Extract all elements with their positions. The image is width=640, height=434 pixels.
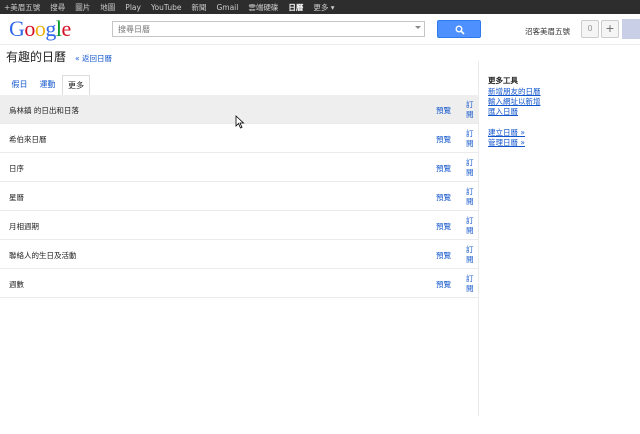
sidebar-heading: 更多工具 [488,76,518,85]
logo-letter: o [34,16,46,41]
top-navigation-bar: +美眉五號 搜尋 圖片 地圖 Play YouTube 新聞 Gmail 雲端硬碟 日曆 更多 ▾ [0,0,640,14]
user-name[interactable]: 沼客美眉五號 [525,26,570,37]
manage-calendars-link[interactable]: 管理日曆 » [488,138,541,148]
top-nav-link[interactable]: 更多 ▾ [313,2,334,13]
search-box[interactable] [112,21,425,37]
calendar-name: 月相週期 [9,222,39,231]
calendar-name: 日序 [9,164,24,173]
header: Google 沼客美眉五號 0 + [0,14,640,45]
calendar-name: 烏林鎮 的日出和日落 [9,106,79,115]
calendar-name: 希伯來日曆 [9,135,47,144]
list-item: 星曆 預覽 訂閱 [0,182,478,211]
import-calendar-link[interactable]: 匯入日曆 [488,107,541,117]
subscribe-link[interactable]: 訂閱 [466,216,476,236]
subscribe-link[interactable]: 訂閱 [466,245,476,265]
logo-letter: g [45,16,56,41]
preview-link[interactable]: 預覽 [436,221,451,232]
google-logo[interactable]: Google [9,16,71,42]
search-input[interactable] [113,22,408,36]
page-title: 有趣的日曆 [6,50,67,64]
search-icon [455,25,465,35]
tab-sports[interactable]: 運動 [34,75,61,95]
mouse-cursor-icon [235,115,245,129]
preview-link[interactable]: 預覽 [436,134,451,145]
top-nav-link[interactable]: 地圖 [100,2,115,13]
top-nav-link[interactable]: 圖片 [75,2,90,13]
top-nav-link[interactable]: Play [125,3,141,12]
sidebar-more-tools: 更多工具 新增朋友的日曆 輸入網址以新增 匯入日曆 建立日曆 » 管理日曆 » [488,75,541,148]
subscribe-link[interactable]: 訂閱 [466,274,476,294]
preview-link[interactable]: 預覽 [436,192,451,203]
create-calendar-link[interactable]: 建立日曆 » [488,128,541,138]
calendar-name: 週數 [9,280,24,289]
top-nav-links: +美眉五號 搜尋 圖片 地圖 Play YouTube 新聞 Gmail 雲端硬碟 日曆 更多 ▾ [0,0,640,14]
tab-more[interactable]: 更多 [62,75,90,95]
preview-link[interactable]: 預覽 [436,163,451,174]
back-to-calendar-link[interactable]: « 返回日曆 [75,53,112,64]
subscribe-link[interactable]: 訂閱 [466,187,476,207]
list-item: 聯絡人的生日及活動 預覽 訂閱 [0,240,478,269]
subscribe-link[interactable]: 訂閱 [466,100,476,120]
notifications-count-button[interactable]: 0 [581,20,599,38]
top-nav-link[interactable]: +美眉五號 [4,2,40,13]
top-nav-link[interactable]: Gmail [216,3,238,12]
subscribe-link[interactable]: 訂閱 [466,158,476,178]
search-button[interactable] [437,20,481,38]
preview-link[interactable]: 預覽 [436,279,451,290]
logo-letter: e [61,16,72,41]
preview-link[interactable]: 預覽 [436,250,451,261]
top-nav-link[interactable]: 搜尋 [50,2,65,13]
top-nav-link[interactable]: 新聞 [191,2,206,13]
add-by-url-link[interactable]: 輸入網址以新增 [488,97,541,107]
list-item: 月相週期 預覽 訂閱 [0,211,478,240]
logo-letter: o [24,16,35,41]
sidebar-divider [478,61,479,416]
top-nav-link[interactable]: 日曆 [288,2,303,13]
search-dropdown-icon[interactable] [415,26,421,29]
top-nav-link[interactable]: 雲端硬碟 [248,2,278,13]
tab-holidays[interactable]: 假日 [6,75,33,95]
list-item: 日序 預覽 訂閱 [0,153,478,182]
share-plus-button[interactable]: + [601,20,619,38]
logo-letter: G [9,16,25,41]
calendar-name: 聯絡人的生日及活動 [9,251,77,260]
avatar[interactable] [622,19,640,39]
top-nav-link[interactable]: YouTube [151,3,182,12]
list-item: 週數 預覽 訂閱 [0,269,478,298]
subscribe-link[interactable]: 訂閱 [466,129,476,149]
preview-link[interactable]: 預覽 [436,105,451,116]
calendar-name: 星曆 [9,193,24,202]
add-friend-calendar-link[interactable]: 新增朋友的日曆 [488,87,541,97]
